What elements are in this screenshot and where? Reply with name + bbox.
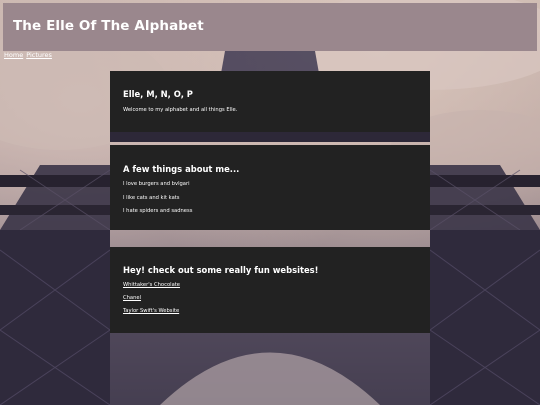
- link-taylor-swift-website[interactable]: Taylor Swift's Website: [123, 308, 179, 314]
- intro-card: Elle, M, N, O, P Welcome to my alphabet …: [110, 71, 430, 132]
- nav-link-pictures[interactable]: Pictures: [26, 51, 52, 59]
- main-nav: Home Pictures: [4, 51, 55, 59]
- intro-text: Welcome to my alphabet and all things El…: [123, 107, 238, 113]
- about-heading: A few things about me...: [123, 164, 240, 174]
- site-header: The Elle Of The Alphabet: [3, 3, 537, 51]
- about-line: I love burgers and bvlgari: [123, 181, 190, 187]
- websites-card: Hey! check out some really fun websites!…: [110, 247, 430, 333]
- about-line: I like cats and kit kats: [123, 195, 180, 201]
- intro-heading: Elle, M, N, O, P: [123, 89, 193, 99]
- about-line: I hate spiders and sadness: [123, 208, 193, 214]
- about-card: A few things about me... I love burgers …: [110, 145, 430, 230]
- link-whittakers-chocolate[interactable]: Whittaker's Chocolate: [123, 282, 180, 288]
- link-chanel[interactable]: Chanel: [123, 295, 141, 301]
- websites-heading: Hey! check out some really fun websites!: [123, 265, 319, 275]
- nav-link-home[interactable]: Home: [4, 51, 23, 59]
- site-title: The Elle Of The Alphabet: [13, 18, 204, 34]
